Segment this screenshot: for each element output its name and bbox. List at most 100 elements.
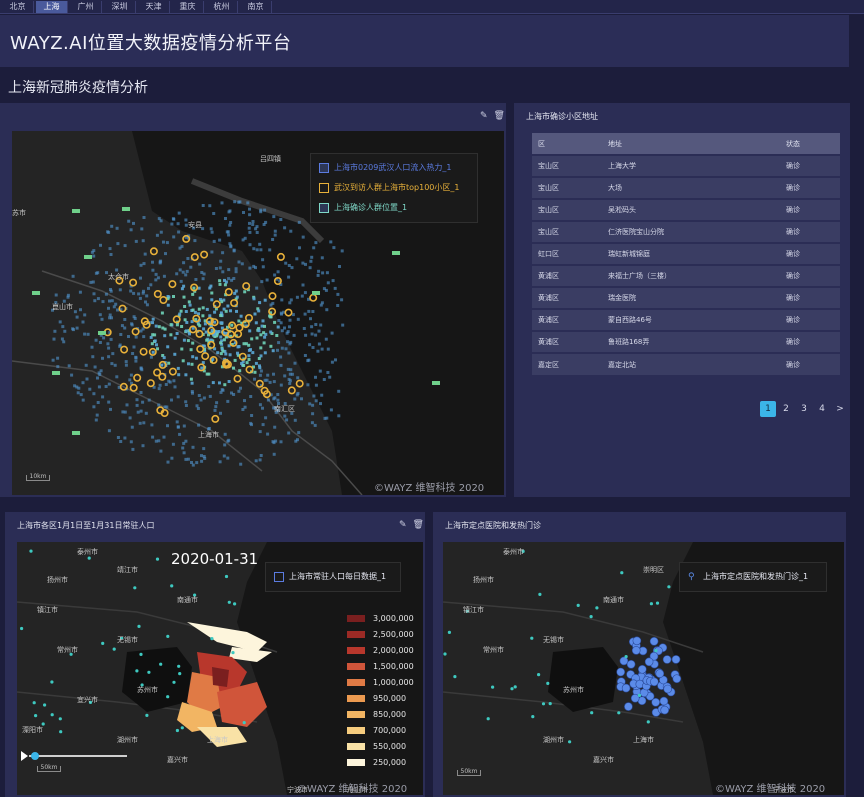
table-row[interactable]: 宝山区 吴淞码头 确诊 [532,198,840,221]
road-tag [122,207,130,211]
table-row[interactable]: 嘉定区 嘉定北站 确诊 [532,352,840,375]
heat-cell [284,261,288,265]
heat-cell [198,262,202,266]
heat-cell [142,335,146,339]
hospital-marker-icon [660,705,669,715]
heat-cell [190,390,194,393]
heat-cell [179,279,183,283]
heat-cell [283,226,287,230]
delete-icon[interactable]: 🗑 [494,111,505,121]
heat-cell [142,262,146,266]
city-tab[interactable]: 南京 [240,1,272,13]
heat-cell [179,309,183,313]
column-header[interactable]: 地址 [602,133,780,155]
heat-cell [113,363,117,367]
heat-cell [157,325,161,329]
table-row[interactable]: 虹口区 瑞虹新城锦庭 确诊 [532,242,840,265]
city-tab[interactable]: 天津 [138,1,170,13]
heat-cell [75,315,79,319]
heat-cell [104,292,108,296]
case-marker-icon [139,347,148,356]
city-tab[interactable]: 深圳 [104,1,136,13]
table-row[interactable]: 黄浦区 瑞金医院 确诊 [532,286,840,309]
table-row[interactable]: 黄浦区 鲁班路168弄 确诊 [532,330,840,353]
road-tag [84,255,92,259]
city-dot [546,681,550,685]
heat-cell [154,324,158,328]
layer-item[interactable]: 武汉到访人群上海市top100小区_1 [319,178,469,198]
heat-cell [75,326,79,330]
case-marker-icon [190,253,199,262]
edit-icon[interactable]: ✎ [399,520,407,530]
heat-cell [242,211,245,214]
resident-panel: 上海市各区1月1日至1月31日常驻人口 ✎ 🗑 泰州市 扬州市 镇江市 常州市 无锡市 苏州… [5,512,425,797]
heat-cell [79,393,83,397]
city-dot [667,585,671,589]
city-dot [513,685,517,689]
table-row[interactable]: 宝山区 上海大学 确诊 [532,154,840,177]
hospital-map[interactable]: 泰州市 扬州市 镇江市 常州市 无锡市 苏州市 南通市 上海市 湖州市 嘉兴市 宁波市 崇明区 ⚲ 上海… [443,542,844,795]
table-cell: 嘉定区 [532,352,602,375]
main-map[interactable]: 吕四镇 苏市 安县 太仓市 崑山市 上海市 南汇区 上海市0209武汉人口流入热力_1 武汉到… [12,131,504,495]
heat-cell [311,310,315,313]
heat-cell [279,363,283,367]
heat-cell [184,373,188,377]
heat-cell [311,346,315,349]
city-tab[interactable]: 广州 [70,1,102,13]
heat-cell [226,399,230,403]
heat-cell [262,331,266,335]
layer-item[interactable]: 上海确诊人群位置_1 [319,198,469,218]
heat-cell [187,300,191,304]
place-label: 上海市 [633,735,654,744]
heat-cell [182,261,186,265]
heat-cell [202,447,206,451]
column-header[interactable]: 状态 [780,133,840,155]
city-dot [159,662,163,666]
heat-cell [201,277,205,281]
heat-cell [124,363,128,367]
edit-icon[interactable]: ✎ [480,111,488,121]
delete-icon[interactable]: 🗑 [413,520,424,530]
table-row[interactable]: 宝山区 大场 确诊 [532,176,840,199]
hospital-panel-title: 上海市定点医院和发热门诊 [445,521,541,530]
city-tab[interactable]: 上海 [36,1,68,13]
heat-cell [167,361,171,365]
table-cell: 嘉定北站 [602,352,780,375]
city-tab[interactable]: 北京 [2,1,34,13]
heat-cell [138,296,142,300]
page-button[interactable]: 2 [778,401,794,417]
city-tab[interactable]: 杭州 [206,1,238,13]
next-page-button[interactable]: > [832,401,848,417]
table-row[interactable]: 黄浦区 蒙自西路46号 确诊 [532,308,840,331]
case-marker-icon [201,352,210,361]
table-row[interactable]: 黄浦区 来福士广场（三楼） 确诊 [532,264,840,287]
column-header[interactable]: 区 [532,133,602,155]
heat-cell [227,277,231,281]
scale-bar: 10km [26,474,50,481]
heat-cell [60,337,64,341]
hospital-marker-icon [631,646,641,655]
heat-cell [306,383,310,387]
heat-cell [166,460,170,464]
page-button[interactable]: 1 [760,401,776,417]
page-button[interactable]: 3 [796,401,812,417]
layer-item[interactable]: 上海市0209武汉人口流入热力_1 [319,158,469,178]
heat-cell [284,347,288,351]
hospital-marker-icon [632,636,642,646]
table-row[interactable]: 宝山区 仁济医院宝山分院 确诊 [532,220,840,243]
page-button[interactable]: 4 [814,401,830,417]
resident-map[interactable]: 泰州市 扬州市 镇江市 常州市 无锡市 苏州市 南通市 上海市 湖州市 嘉兴市 宁波市 舟山市 溧阳市宜… [17,542,423,795]
heat-cell [223,383,227,387]
legend-swatch [347,742,365,750]
heat-cell [227,268,231,272]
heat-cell [175,323,179,327]
app-header: WAYZ.AI位置大数据疫情分析平台 [0,15,849,67]
city-tab[interactable]: 重庆 [172,1,204,13]
table-cell: 确诊 [780,286,840,309]
heat-cell [147,286,150,290]
heat-cell [219,321,223,325]
heat-cell [311,403,315,407]
heat-cell [165,241,169,245]
hospital-marker-icon [659,696,669,706]
hospital-marker-icon [651,698,660,707]
